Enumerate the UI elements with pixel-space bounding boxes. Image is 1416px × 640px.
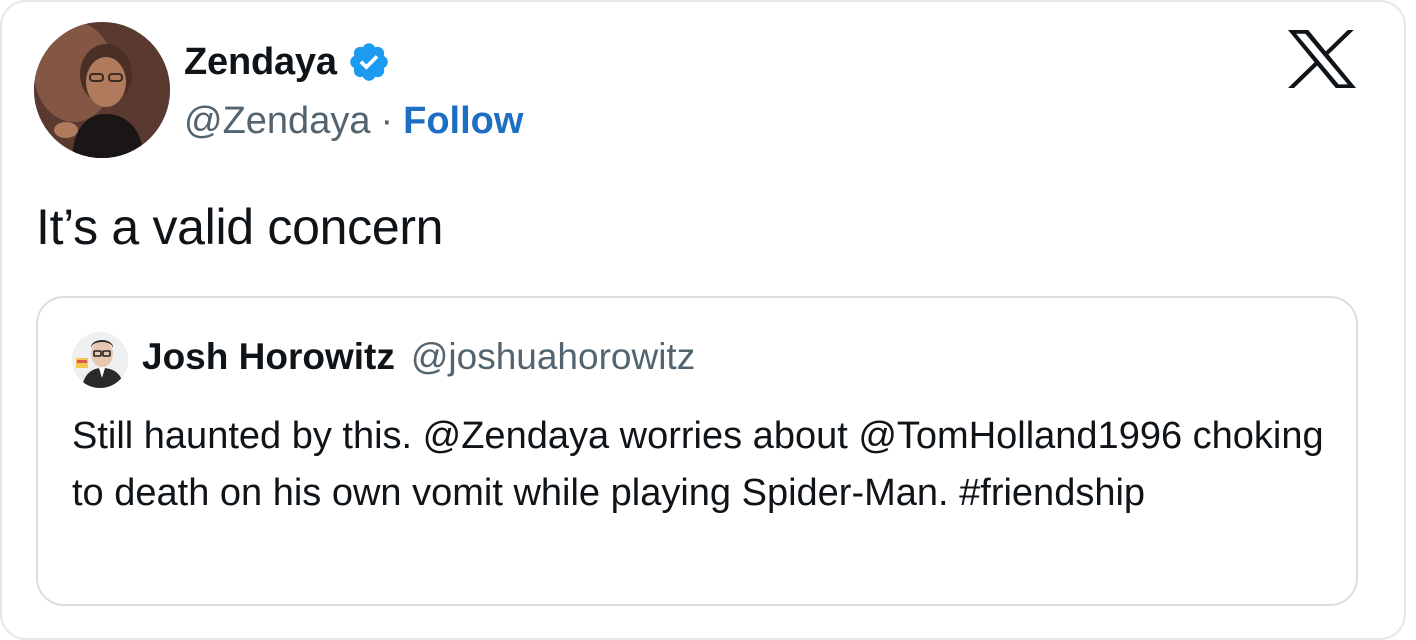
quoted-author-avatar[interactable] <box>72 332 128 388</box>
verified-badge-icon <box>347 40 391 84</box>
separator-dot: · <box>380 100 394 142</box>
quoted-author-handle[interactable]: @joshuahorowitz <box>411 336 695 378</box>
author-avatar[interactable] <box>34 22 170 158</box>
quoted-tweet-text: Still haunted by this. @Zendaya worries … <box>72 415 1324 514</box>
x-logo-icon[interactable] <box>1288 30 1356 88</box>
quoted-tweet[interactable]: Josh Horowitz @joshuahorowitz Still haun… <box>36 296 1358 606</box>
author-name[interactable]: Zendaya <box>184 41 337 84</box>
follow-button[interactable]: Follow <box>403 100 523 143</box>
tweet-embed-card: Zendaya @Zendaya · Follow It’s a valid c… <box>0 0 1406 640</box>
author-handle[interactable]: @Zendaya <box>184 100 370 143</box>
quoted-author-avatar-image <box>72 332 128 388</box>
author-avatar-image <box>34 22 170 158</box>
quoted-author-name[interactable]: Josh Horowitz <box>142 336 395 378</box>
tweet-text: It’s a valid concern <box>36 199 444 255</box>
